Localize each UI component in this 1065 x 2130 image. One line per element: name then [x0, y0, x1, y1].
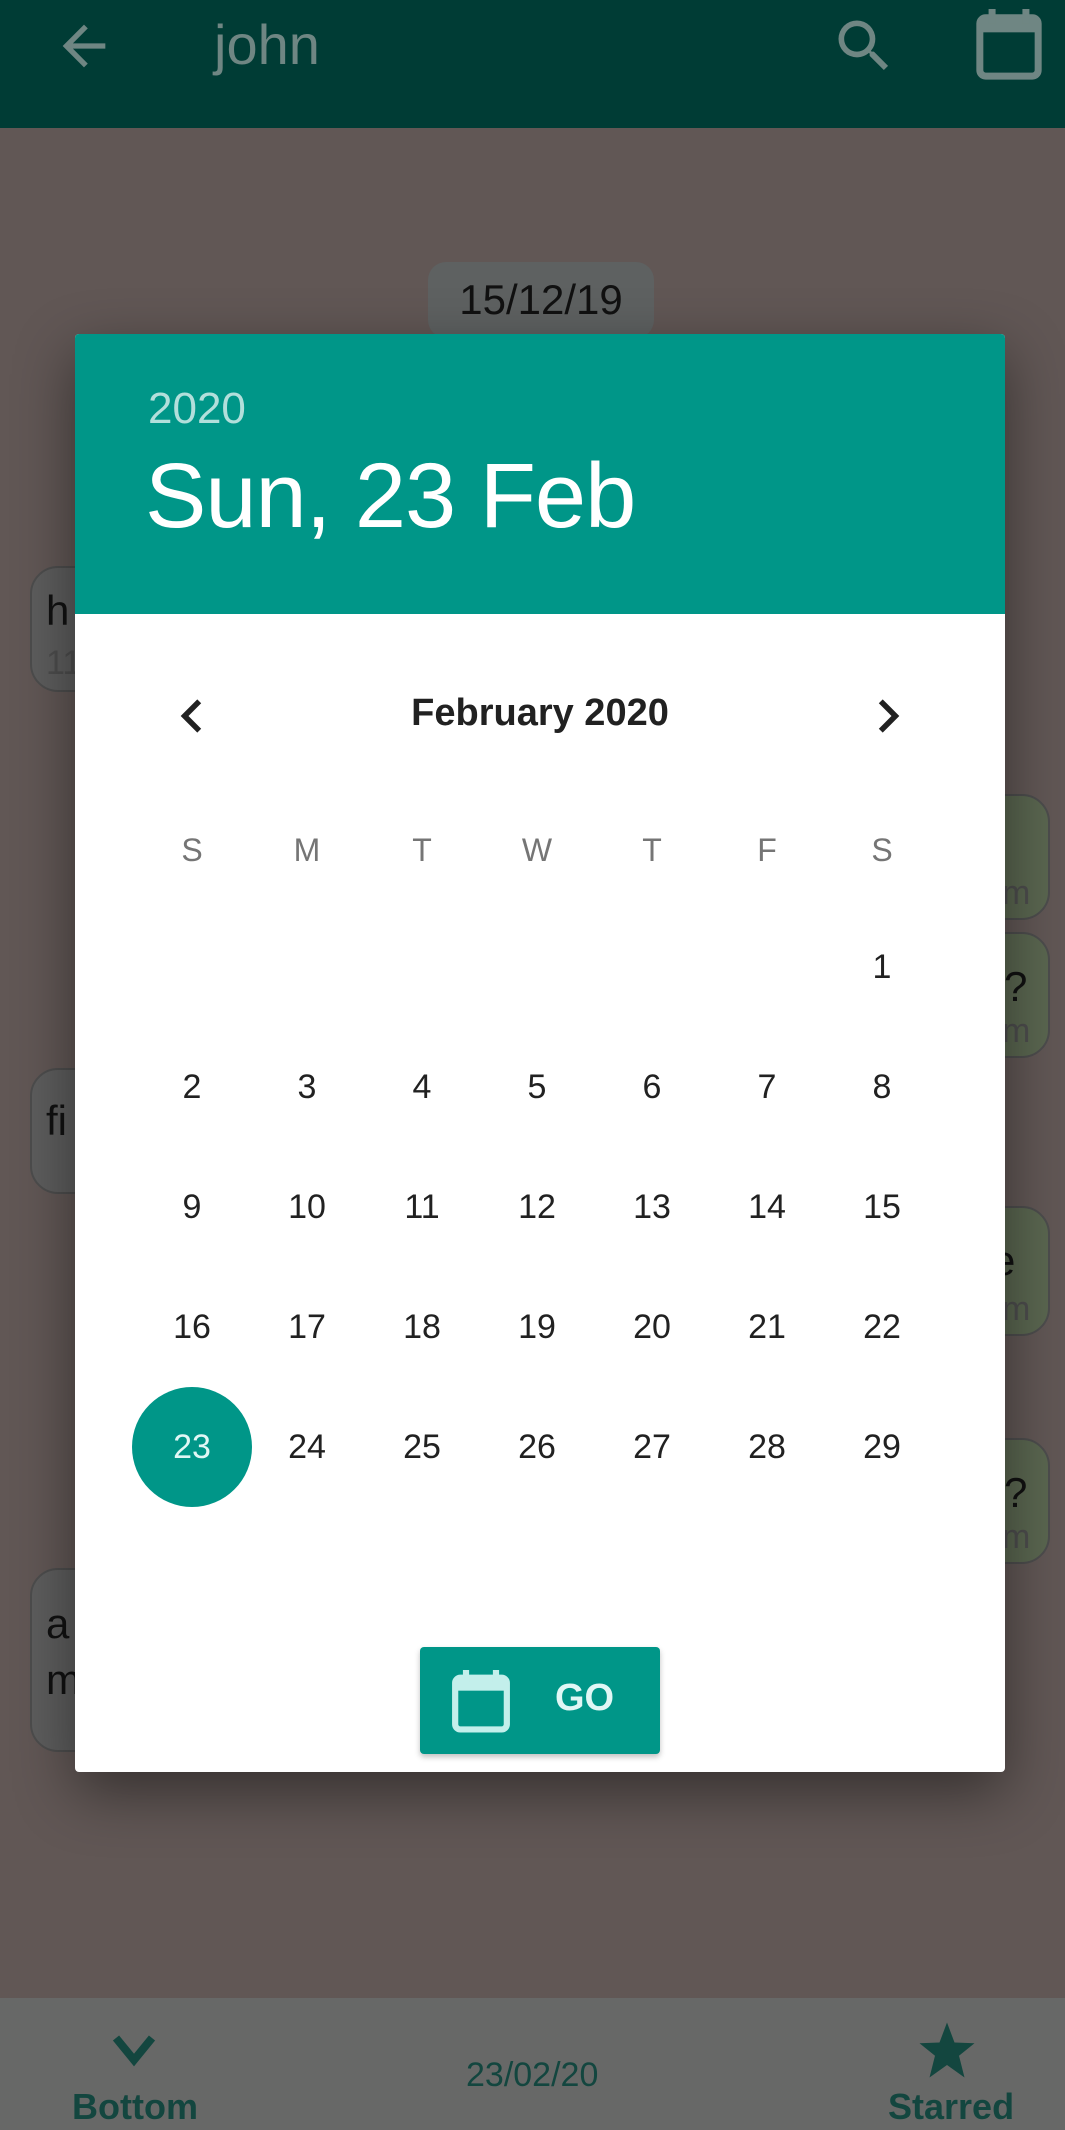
arrow-back-icon[interactable] — [52, 14, 116, 78]
calendar-day[interactable]: 1 — [827, 912, 937, 1022]
calendar-day[interactable]: 8 — [827, 1032, 937, 1142]
calendar-day[interactable]: 22 — [827, 1272, 937, 1382]
current-date-label: 23/02/20 — [466, 2056, 599, 2094]
calendar-day[interactable]: 27 — [597, 1392, 707, 1502]
starred-button[interactable]: Starred — [888, 2086, 1014, 2128]
calendar-day[interactable]: 25 — [367, 1392, 477, 1502]
calendar-day[interactable]: 26 — [482, 1392, 592, 1502]
calendar-day[interactable]: 7 — [712, 1032, 822, 1142]
calendar-day[interactable]: 6 — [597, 1032, 707, 1142]
chat-title: john — [214, 13, 320, 76]
calendar-icon[interactable] — [974, 6, 1044, 82]
chevron-down-icon[interactable] — [110, 2032, 158, 2068]
calendar-day[interactable]: 15 — [827, 1152, 937, 1262]
calendar-day[interactable]: 5 — [482, 1032, 592, 1142]
app-bar: john — [0, 0, 1065, 128]
calendar-grid: 1 2 3 4 5 6 7 8 9 10 11 12 13 14 15 16 17 18 19 20 21 22 23 24 2… — [75, 334, 1005, 1772]
calendar-day[interactable]: 21 — [712, 1272, 822, 1382]
calendar-day[interactable]: 20 — [597, 1272, 707, 1382]
go-button[interactable]: GO — [420, 1647, 660, 1754]
go-button-label: GO — [555, 1677, 615, 1719]
calendar-day[interactable]: 29 — [827, 1392, 937, 1502]
calendar-day[interactable]: 4 — [367, 1032, 477, 1142]
calendar-day[interactable]: 24 — [252, 1392, 362, 1502]
star-icon[interactable] — [916, 2020, 978, 2080]
calendar-day[interactable]: 28 — [712, 1392, 822, 1502]
scroll-bottom-button[interactable]: Bottom — [72, 2086, 198, 2128]
calendar-day[interactable]: 19 — [482, 1272, 592, 1382]
calendar-day[interactable]: 18 — [367, 1272, 477, 1382]
calendar-day[interactable]: 10 — [252, 1152, 362, 1262]
calendar-day[interactable]: 12 — [482, 1152, 592, 1262]
calendar-day[interactable]: 11 — [367, 1152, 477, 1262]
calendar-day-selected[interactable]: 23 — [132, 1387, 252, 1507]
date-chip: 15/12/19 — [428, 262, 654, 338]
calendar-day[interactable]: 14 — [712, 1152, 822, 1262]
calendar-day[interactable]: 9 — [137, 1152, 247, 1262]
calendar-day[interactable]: 3 — [252, 1032, 362, 1142]
bottom-bar: Bottom 23/02/20 Starred — [0, 1998, 1065, 2130]
calendar-day[interactable]: 16 — [137, 1272, 247, 1382]
calendar-day[interactable]: 2 — [137, 1032, 247, 1142]
date-picker-dialog: 2020 Sun, 23 Feb February 2020 S M T W T… — [75, 334, 1005, 1772]
calendar-icon — [452, 1670, 510, 1733]
calendar-day[interactable]: 17 — [252, 1272, 362, 1382]
search-icon[interactable] — [830, 12, 898, 80]
calendar-day[interactable]: 13 — [597, 1152, 707, 1262]
